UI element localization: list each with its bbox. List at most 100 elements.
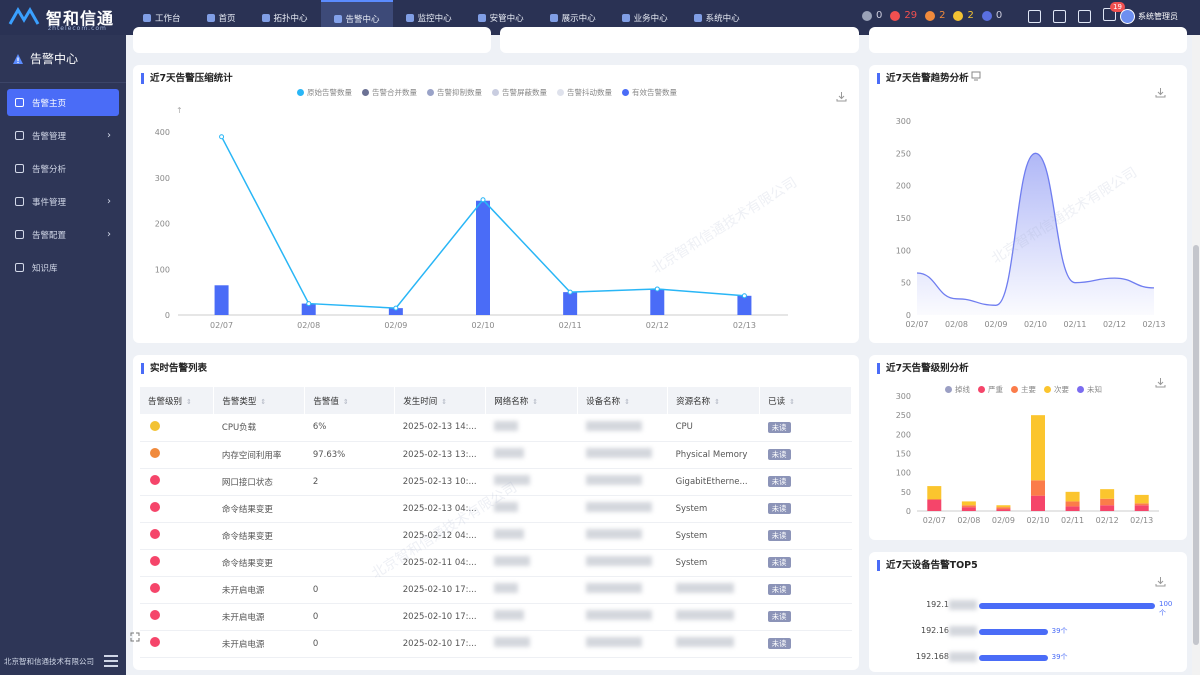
read-cell: 未读 xyxy=(759,468,852,496)
sidebar-item-label: 告警主页 xyxy=(32,98,67,109)
line-point xyxy=(567,289,573,295)
read-status-badge[interactable]: 未读 xyxy=(767,449,791,460)
speaker-icon[interactable] xyxy=(1053,9,1066,23)
table-row[interactable]: 未开启电源 0 2025-02-10 17:... 未读 xyxy=(140,576,852,604)
bar-effective xyxy=(737,295,752,315)
top5-bar[interactable] xyxy=(979,655,1048,661)
bell-icon[interactable]: 19 xyxy=(1103,2,1125,24)
read-cell: 未读 xyxy=(759,603,852,631)
table-row[interactable]: CPU负载 6% 2025-02-13 14:... CPU 未读 xyxy=(140,414,852,442)
menu-item-icon xyxy=(15,230,24,239)
shirt-icon[interactable] xyxy=(1028,9,1041,23)
table-row[interactable]: 未开启电源 0 2025-02-10 17:... 未读 xyxy=(140,603,852,631)
read-status-badge[interactable]: 未读 xyxy=(767,557,791,568)
x-tick-label: 02/08 xyxy=(945,320,968,329)
stacked-bar-segment xyxy=(1065,491,1080,502)
scrollbar-thumb[interactable] xyxy=(1193,245,1199,645)
y-tick-label: 0 xyxy=(906,311,911,320)
read-status-badge[interactable]: 未读 xyxy=(767,530,791,541)
column-header[interactable]: 设备名称 ⇕ xyxy=(577,387,669,414)
read-status-badge[interactable]: 未读 xyxy=(767,611,791,622)
network-cell xyxy=(485,522,578,550)
level-analysis-panel: 近7天告警级别分析 掉线 严重 主要 次要 未知 0 50 100 150 200 250 300 0… xyxy=(869,355,1187,540)
stacked-bar-segment xyxy=(961,505,976,508)
alarm-level-icon xyxy=(150,583,160,593)
table-row[interactable]: 网口接口状态 2 2025-02-13 10:... GigabitEtherne..… xyxy=(140,468,852,496)
table-row[interactable]: 内存空间利用率 97.63% 2025-02-13 13:... Physical M… xyxy=(140,441,852,469)
masked-device-name xyxy=(585,420,642,431)
stacked-bar-segment xyxy=(1065,506,1080,511)
warning-icon xyxy=(13,53,23,64)
read-status-badge[interactable]: 未读 xyxy=(767,421,791,433)
column-header[interactable]: 告警级别 ⇕ xyxy=(140,387,215,414)
table-row[interactable]: 未开启电源 0 2025-02-10 17:... 未读 xyxy=(140,630,852,658)
table-row[interactable]: 命令结果变更 2025-02-13 04:... System 未读 xyxy=(140,495,852,523)
stacked-bar-segment xyxy=(1031,415,1045,481)
table-row[interactable]: 命令结果变更 2025-02-12 04:... System 未读 xyxy=(140,522,852,550)
page-scrollbar[interactable] xyxy=(1192,35,1200,675)
user-name: 系统管理员 xyxy=(1138,12,1178,21)
type-cell: CPU负载 xyxy=(213,414,305,442)
user-menu[interactable]: 系统管理员 xyxy=(1120,9,1178,24)
sort-icon[interactable]: ⇕ xyxy=(441,398,447,406)
device-ip: 192.168 xyxy=(915,652,949,661)
device-cell xyxy=(577,630,668,658)
avatar xyxy=(1120,9,1135,24)
top5-count: 39个 xyxy=(1051,653,1068,661)
sort-icon[interactable]: ⇕ xyxy=(343,398,349,406)
read-status-badge[interactable]: 未读 xyxy=(767,503,791,514)
sidebar-item-0[interactable]: 告警主页 xyxy=(7,89,119,116)
nav-icon xyxy=(693,13,702,22)
column-header[interactable]: 告警值 ⇕ xyxy=(304,387,396,414)
read-status-badge[interactable]: 未读 xyxy=(767,476,791,487)
sidebar: 告警中心 告警主页 告警管理 › 告警分析 事件管理 › 告警配置 › 知识库 北京智和信通技术… xyxy=(0,35,126,675)
sort-icon[interactable]: ⇕ xyxy=(532,398,538,406)
status-count[interactable]: 29 xyxy=(904,10,917,21)
status-count[interactable]: 0 xyxy=(996,10,1002,21)
status-count[interactable]: 2 xyxy=(939,10,945,21)
column-header[interactable]: 发生时间 ⇕ xyxy=(394,387,487,414)
sidebar-item-4[interactable]: 告警配置 › xyxy=(7,221,119,248)
read-cell: 未读 xyxy=(759,414,852,442)
sidebar-item-1[interactable]: 告警管理 › xyxy=(7,122,119,149)
masked-network-name xyxy=(493,420,518,431)
masked-network-name xyxy=(493,448,524,458)
sidebar-item-5[interactable]: 知识库 xyxy=(7,254,119,281)
layout-icon[interactable] xyxy=(1078,9,1091,23)
sort-icon[interactable]: ⇕ xyxy=(789,398,795,406)
read-status-badge[interactable]: 未读 xyxy=(767,638,791,649)
sort-icon[interactable]: ⇕ xyxy=(624,398,630,406)
nav-icon xyxy=(261,13,270,22)
y-tick-label: 0 xyxy=(906,507,911,516)
read-status-badge[interactable]: 未读 xyxy=(767,584,791,595)
brand-logo[interactable]: 智和信通 zhtelecom.com xyxy=(8,5,114,32)
level-cell xyxy=(140,630,214,658)
column-header[interactable]: 网络名称 ⇕ xyxy=(485,387,579,414)
status-count[interactable]: 2 xyxy=(967,10,973,21)
top5-bar[interactable] xyxy=(979,603,1155,609)
sidebar-menu: 告警主页告警管理 › 告警分析事件管理 › 告警配置 › 知识库 xyxy=(0,89,126,281)
stacked-bar-segment xyxy=(1031,480,1045,496)
sidebar-item-2[interactable]: 告警分析 xyxy=(7,155,119,182)
stacked-bar-segment xyxy=(1134,503,1149,506)
top5-row: 192.1 100个 xyxy=(909,600,1179,617)
collapse-menu-icon[interactable] xyxy=(104,655,118,667)
stacked-bar-segment xyxy=(1100,489,1115,499)
y-tick-label: 200 xyxy=(896,182,911,191)
status-count[interactable]: 0 xyxy=(876,10,882,21)
column-header[interactable]: 已读 ⇕ xyxy=(759,387,852,414)
brand-mark-icon xyxy=(8,7,40,25)
sort-icon[interactable]: ⇕ xyxy=(260,398,266,406)
sort-icon[interactable]: ⇕ xyxy=(186,398,192,406)
fullscreen-icon[interactable] xyxy=(130,632,140,642)
table-row[interactable]: 命令结果变更 2025-02-11 04:... System 未读 xyxy=(140,549,852,577)
masked-device-name xyxy=(585,448,652,458)
y-tick-label: 300 xyxy=(896,392,911,401)
top5-bar[interactable] xyxy=(979,629,1048,635)
download-icon[interactable] xyxy=(1155,576,1166,587)
column-header[interactable]: 告警类型 ⇕ xyxy=(213,387,306,414)
column-header[interactable]: 资源名称 ⇕ xyxy=(667,387,761,414)
network-cell xyxy=(485,414,578,442)
sidebar-item-3[interactable]: 事件管理 › xyxy=(7,188,119,215)
sort-icon[interactable]: ⇕ xyxy=(714,398,720,406)
